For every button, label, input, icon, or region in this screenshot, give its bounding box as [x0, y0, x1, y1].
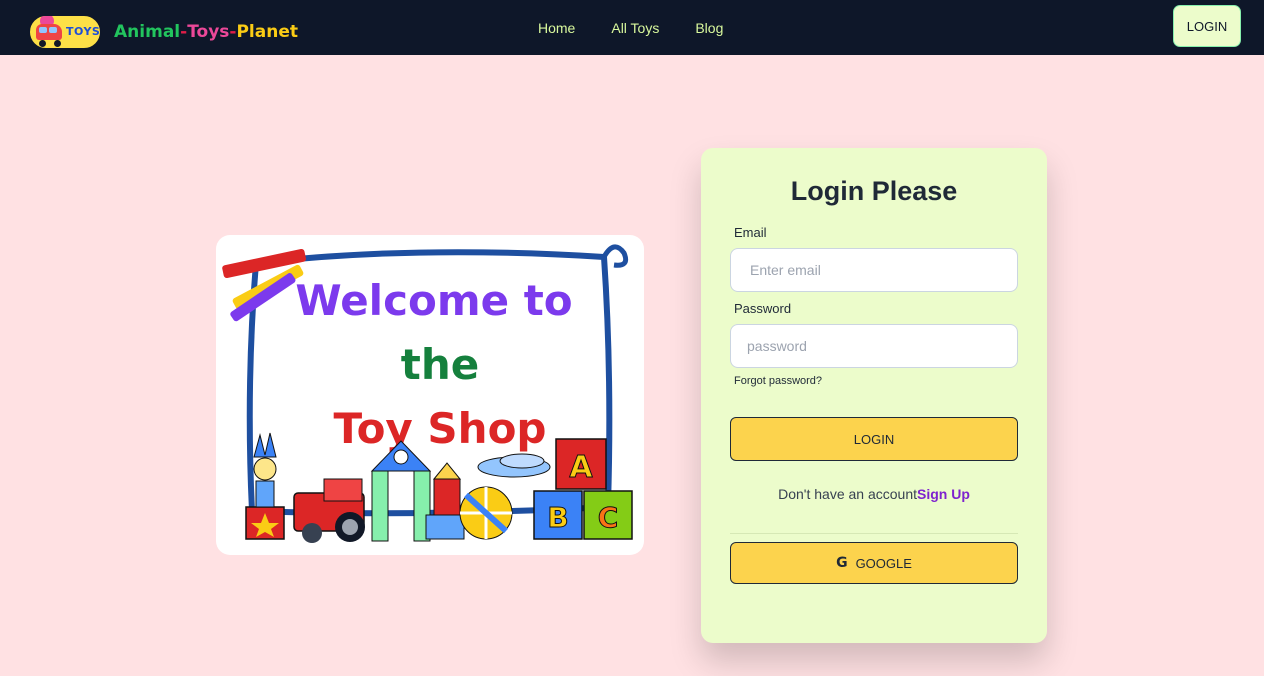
nav-links: Home All Toys Blog	[538, 0, 759, 55]
welcome-line-2: the	[401, 340, 479, 389]
logo-tag-text: TOYS	[66, 25, 101, 38]
nav-link-all-toys[interactable]: All Toys	[611, 20, 659, 36]
forgot-password-link[interactable]: Forgot password?	[734, 375, 822, 387]
email-label: Email	[734, 225, 767, 240]
google-icon: G	[836, 555, 848, 571]
toys-logo-icon: TOYS	[28, 14, 103, 50]
google-button-label: GOOGLE	[855, 555, 912, 571]
block-letter-b: B	[547, 501, 568, 534]
signup-prompt-text: Don't have an account	[778, 486, 917, 502]
navbar: TOYS Animal - Toys - Planet Home All Toy…	[0, 0, 1264, 55]
welcome-toy-shop-image: Welcome to the Toy Shop A B C	[216, 235, 644, 555]
email-field[interactable]	[730, 248, 1018, 292]
password-label: Password	[734, 301, 792, 316]
welcome-illustration: Welcome to the Toy Shop A B C	[222, 244, 633, 543]
welcome-line-3: Toy Shop	[334, 404, 547, 453]
password-field[interactable]	[730, 324, 1018, 368]
crayon-icons	[222, 248, 306, 322]
login-title: Login Please	[790, 176, 958, 206]
login-card: Login Please Email Password Forgot passw…	[701, 148, 1047, 643]
welcome-line-1: Welcome to	[295, 276, 572, 325]
signup-link[interactable]: Sign Up	[917, 486, 970, 502]
block-letter-c: C	[598, 501, 619, 534]
nav-link-blog[interactable]: Blog	[695, 20, 723, 36]
nav-link-home[interactable]: Home	[538, 20, 575, 36]
signup-prompt: Don't have an accountSign Up	[701, 486, 1047, 502]
login-submit-button[interactable]: LOGIN	[730, 417, 1018, 461]
divider	[730, 533, 1018, 534]
nav-login-button[interactable]: LOGIN	[1173, 5, 1241, 47]
brand-name: Animal - Toys - Planet	[114, 22, 298, 42]
brand-logo[interactable]: TOYS Animal - Toys - Planet	[28, 12, 298, 52]
google-login-button[interactable]: G GOOGLE	[730, 542, 1018, 584]
block-letter-a: A	[569, 450, 593, 485]
